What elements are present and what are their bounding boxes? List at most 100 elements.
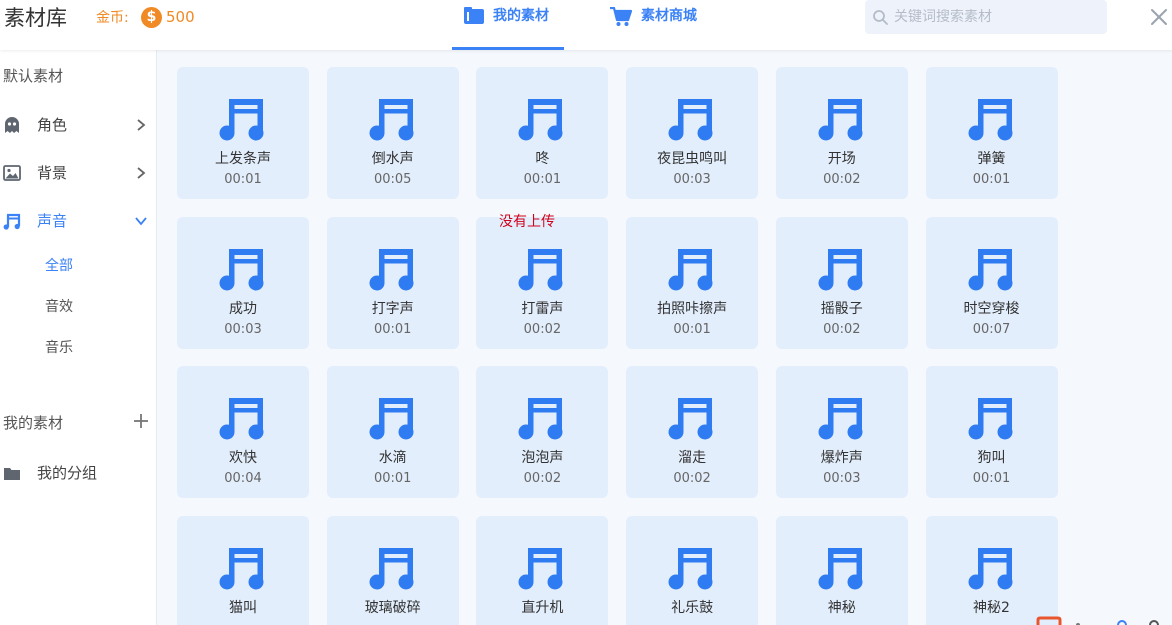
coin-label: 金币: bbox=[96, 10, 129, 26]
music-note-icon bbox=[518, 99, 563, 141]
tab-material-store[interactable]: 素材商城 bbox=[608, 0, 720, 50]
cart-icon bbox=[610, 7, 632, 26]
folder-icon bbox=[4, 468, 20, 480]
material-card[interactable]: 咚 00:01 bbox=[476, 67, 609, 199]
material-name: 玻璃破碎 bbox=[364, 600, 421, 617]
music-note-icon bbox=[968, 248, 1012, 291]
material-card[interactable]: 摇骰子 00:02 bbox=[775, 216, 908, 349]
coin-icon: $ bbox=[141, 7, 162, 28]
sidebar-item-label: 声音 bbox=[37, 212, 68, 230]
music-note-icon bbox=[968, 398, 1012, 440]
material-name: 时空穿梭 bbox=[963, 300, 1020, 317]
material-card[interactable]: 溜走 00:02 bbox=[626, 366, 759, 499]
tab-my-materials[interactable]: 我的素材 bbox=[452, 0, 564, 50]
material-card[interactable]: 时空穿梭 00:07 bbox=[925, 216, 1058, 349]
material-name: 摇骰子 bbox=[820, 300, 863, 317]
coin-amount: 500 bbox=[166, 8, 195, 26]
material-card[interactable]: 开场 00:02 bbox=[775, 67, 908, 199]
material-card[interactable]: 玻璃破碎 bbox=[326, 516, 459, 625]
material-card[interactable]: 上发条声 00:01 bbox=[177, 67, 309, 199]
material-name: 狗叫 bbox=[977, 450, 1006, 467]
chevron-right-icon bbox=[137, 119, 146, 131]
sub-item-all[interactable]: 全部 bbox=[45, 256, 73, 276]
tab-label: 素材商城 bbox=[641, 8, 697, 24]
material-name: 上发条声 bbox=[215, 151, 271, 167]
material-duration: 00:07 bbox=[972, 321, 1011, 337]
material-name: 神秘2 bbox=[973, 600, 1010, 617]
material-card[interactable]: 弹簧 00:01 bbox=[925, 67, 1058, 199]
material-name: 倒水声 bbox=[371, 151, 414, 167]
material-name: 夜昆虫鸣叫 bbox=[657, 151, 728, 167]
sidebar-item-my-groups[interactable]: 我的分组 bbox=[0, 459, 156, 487]
music-note-icon bbox=[518, 248, 563, 291]
material-duration: 00:05 bbox=[373, 172, 412, 187]
music-icon bbox=[3, 213, 21, 230]
material-card[interactable]: 直升机 bbox=[476, 516, 609, 625]
material-duration: 00:01 bbox=[224, 172, 262, 187]
material-card[interactable]: 神秘2 bbox=[925, 516, 1058, 625]
material-card[interactable]: 打字声 00:01 bbox=[326, 216, 459, 349]
sidebar-item-label: 我的分组 bbox=[37, 464, 98, 482]
music-note-icon bbox=[818, 99, 863, 141]
material-duration: 00:04 bbox=[224, 471, 262, 487]
material-name: 溜走 bbox=[678, 450, 707, 467]
music-note-icon bbox=[369, 248, 414, 291]
material-duration: 00:01 bbox=[972, 471, 1011, 487]
sidebar-item-sounds[interactable]: 声音 bbox=[0, 207, 156, 235]
material-card[interactable]: 猫叫 bbox=[177, 516, 309, 625]
sidebar-item-label: 背景 bbox=[37, 164, 68, 182]
material-card[interactable]: 倒水声 00:05 bbox=[326, 67, 459, 199]
material-card[interactable]: 成功 00:03 bbox=[177, 216, 309, 349]
material-card[interactable]: 礼乐鼓 bbox=[626, 516, 759, 625]
chevron-down-icon bbox=[135, 217, 147, 226]
material-duration: 00:01 bbox=[373, 471, 412, 487]
music-note-icon bbox=[818, 248, 863, 291]
default-materials-heading: 默认素材 bbox=[3, 67, 64, 85]
material-name: 开场 bbox=[827, 151, 856, 167]
material-duration: 00:01 bbox=[373, 321, 412, 337]
material-name: 水滴 bbox=[378, 450, 407, 467]
material-duration: 00:02 bbox=[673, 471, 711, 487]
sidebar-item-backgrounds[interactable]: 背景 bbox=[0, 159, 156, 187]
sub-item-music[interactable]: 音乐 bbox=[45, 338, 73, 358]
add-icon[interactable] bbox=[133, 413, 149, 429]
material-name: 打雷声 bbox=[521, 300, 564, 317]
search-input[interactable] bbox=[894, 9, 1094, 25]
music-note-icon bbox=[518, 548, 563, 590]
not-uploaded-note: 没有上传 bbox=[499, 214, 555, 230]
material-card[interactable]: 神秘 bbox=[775, 516, 908, 625]
sidebar-item-characters[interactable]: 角色 bbox=[0, 111, 156, 139]
music-note-icon bbox=[219, 398, 264, 440]
floating-widget[interactable] bbox=[1036, 616, 1166, 625]
material-card[interactable]: 拍照咔擦声 00:01 bbox=[626, 216, 759, 349]
material-duration: 00:01 bbox=[972, 172, 1011, 187]
my-materials-heading: 我的素材 bbox=[3, 414, 64, 432]
material-name: 成功 bbox=[229, 300, 257, 317]
material-name: 猫叫 bbox=[229, 600, 257, 617]
material-card[interactable]: 夜昆虫鸣叫 00:03 bbox=[626, 67, 759, 199]
material-name: 爆炸声 bbox=[820, 450, 863, 467]
material-name: 礼乐鼓 bbox=[671, 600, 714, 617]
sidebar: 默认素材 角色 背景 声音 全部 音效 音乐 我的素材 我的分组 bbox=[0, 50, 157, 625]
material-duration: 00:03 bbox=[823, 471, 861, 487]
sub-item-sound-effects[interactable]: 音效 bbox=[45, 297, 73, 317]
music-note-icon bbox=[219, 548, 264, 590]
music-note-icon bbox=[968, 99, 1012, 141]
music-note-icon bbox=[219, 248, 264, 291]
material-card[interactable]: 水滴 00:01 bbox=[326, 366, 459, 499]
material-duration: 00:02 bbox=[523, 471, 562, 487]
material-card[interactable]: 爆炸声 00:03 bbox=[775, 366, 908, 499]
material-duration: 00:01 bbox=[673, 321, 711, 337]
material-card[interactable]: 打雷声 00:02 bbox=[476, 216, 609, 349]
close-icon[interactable] bbox=[1148, 6, 1170, 28]
material-card[interactable]: 欢快 00:04 bbox=[177, 366, 309, 499]
search-box bbox=[865, 0, 1107, 34]
music-note-icon bbox=[219, 99, 264, 141]
music-note-icon bbox=[818, 548, 863, 590]
music-note-icon bbox=[369, 548, 414, 590]
material-card[interactable]: 泡泡声 00:02 bbox=[476, 366, 609, 499]
top-bar: 素材库 金币: $ 500 我的素材 素材商城 bbox=[0, 0, 1172, 50]
ghost-icon bbox=[5, 117, 19, 133]
material-card[interactable]: 狗叫 00:01 bbox=[925, 366, 1058, 499]
music-note-icon bbox=[668, 548, 713, 590]
